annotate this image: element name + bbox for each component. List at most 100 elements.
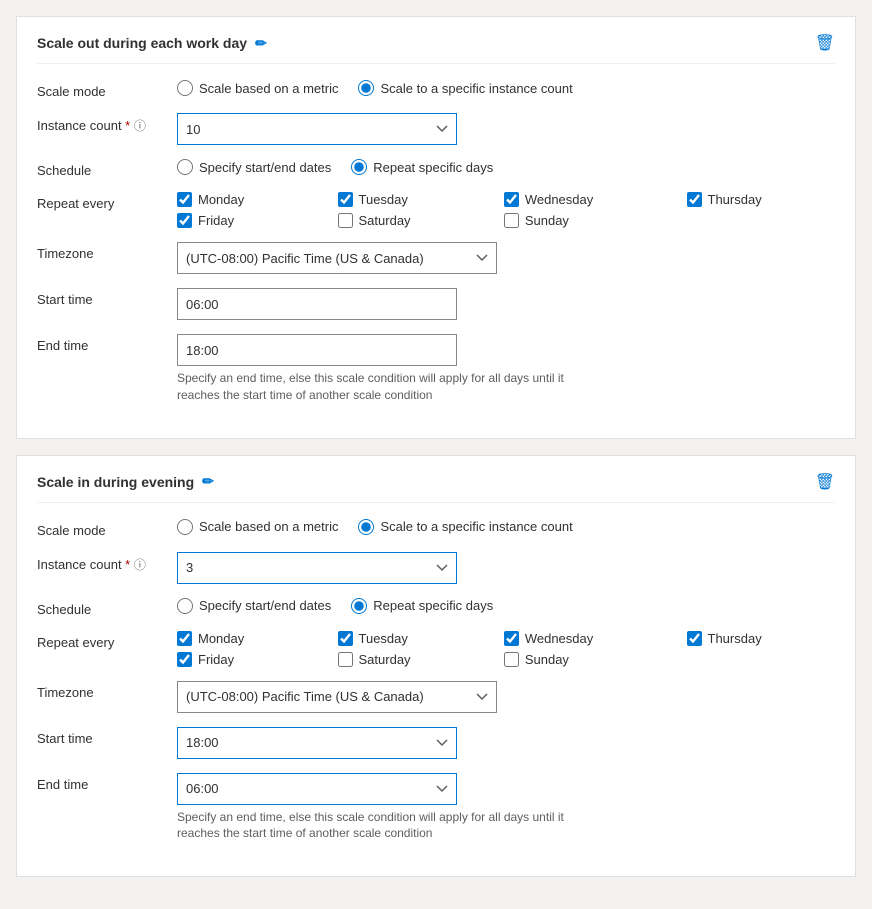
card1-radio-days[interactable]: Repeat specific days — [351, 159, 493, 175]
card-scale-out: Scale out during each work day ✏ 🗑 Scale… — [16, 16, 856, 439]
card2-schedule-options: Specify start/end dates Repeat specific … — [177, 598, 835, 614]
card2-day-friday[interactable]: Friday — [177, 652, 318, 667]
card1-day-saturday[interactable]: Saturday — [338, 213, 484, 228]
card1-scale-mode-label: Scale mode — [37, 80, 177, 99]
card2-day-saturday[interactable]: Saturday — [338, 652, 484, 667]
card2-radio-metric-label: Scale based on a metric — [199, 519, 338, 534]
card2-timezone-select[interactable]: (UTC-08:00) Pacific Time (US & Canada) — [177, 681, 497, 713]
card1-timezone-control: (UTC-08:00) Pacific Time (US & Canada) — [177, 242, 835, 274]
card2-day-monday[interactable]: Monday — [177, 631, 318, 646]
card2-check-tuesday[interactable] — [338, 631, 353, 646]
card2-days-grid: Monday Tuesday Wednesday Thursday Friday — [177, 631, 835, 667]
card1-day-friday[interactable]: Friday — [177, 213, 318, 228]
card2-title-group: Scale in during evening ✏ — [37, 473, 214, 490]
card2-timezone-label: Timezone — [37, 681, 177, 700]
card1-radio-dates-input[interactable] — [177, 159, 193, 175]
card1-start-time-control — [177, 288, 835, 320]
card1-radio-days-label: Repeat specific days — [373, 160, 493, 175]
card1-radio-instance-input[interactable] — [358, 80, 374, 96]
card1-radio-metric-input[interactable] — [177, 80, 193, 96]
card1-radio-instance[interactable]: Scale to a specific instance count — [358, 80, 572, 96]
card2-header: Scale in during evening ✏ 🗑 — [37, 472, 835, 503]
card1-required-star: * — [122, 118, 131, 133]
card1-checkbox-group: Monday Tuesday Wednesday Thursday Friday — [177, 192, 835, 228]
card2-start-time-label: Start time — [37, 727, 177, 746]
card2-title: Scale in during evening — [37, 474, 194, 490]
card2-radio-dates-input[interactable] — [177, 598, 193, 614]
card2-check-thursday[interactable] — [687, 631, 702, 646]
card1-days-grid: Monday Tuesday Wednesday Thursday Friday — [177, 192, 835, 228]
card2-edit-icon[interactable]: ✏ — [202, 473, 214, 490]
card1-delete-icon[interactable]: 🗑 — [815, 33, 835, 53]
card1-day-thursday[interactable]: Thursday — [687, 192, 835, 207]
card2-check-saturday[interactable] — [338, 652, 353, 667]
card2-check-sunday[interactable] — [504, 652, 519, 667]
card2-radio-dates[interactable]: Specify start/end dates — [177, 598, 331, 614]
card1-radio-days-input[interactable] — [351, 159, 367, 175]
card2-instance-select[interactable]: 3 — [177, 552, 457, 584]
card2-start-time-select[interactable]: 18:00 — [177, 727, 457, 759]
card1-repeat-row: Repeat every Monday Tuesday Wednesday Th… — [37, 192, 835, 228]
card1-header: Scale out during each work day ✏ 🗑 — [37, 33, 835, 64]
card2-radio-dates-label: Specify start/end dates — [199, 598, 331, 613]
card2-repeat-label: Repeat every — [37, 631, 177, 650]
card1-start-time-label: Start time — [37, 288, 177, 307]
card1-check-sunday[interactable] — [504, 213, 519, 228]
card1-check-friday[interactable] — [177, 213, 192, 228]
card2-day-wednesday[interactable]: Wednesday — [504, 631, 667, 646]
card2-delete-icon[interactable]: 🗑 — [815, 472, 835, 492]
card1-timezone-select[interactable]: (UTC-08:00) Pacific Time (US & Canada) — [177, 242, 497, 274]
card2-day-tuesday[interactable]: Tuesday — [338, 631, 484, 646]
card1-radio-dates-label: Specify start/end dates — [199, 160, 331, 175]
card1-end-time-row: End time Specify an end time, else this … — [37, 334, 835, 404]
card2-day-sunday[interactable]: Sunday — [504, 652, 667, 667]
card2-radio-instance-input[interactable] — [358, 519, 374, 535]
card1-schedule-label: Schedule — [37, 159, 177, 178]
card2-check-friday[interactable] — [177, 652, 192, 667]
card1-scale-mode-options: Scale based on a metric Scale to a speci… — [177, 80, 835, 96]
card1-end-time-input[interactable] — [177, 334, 457, 366]
card1-radio-metric[interactable]: Scale based on a metric — [177, 80, 338, 96]
card2-radio-metric-input[interactable] — [177, 519, 193, 535]
card1-instance-label: Instance count * ⓘ — [37, 113, 177, 134]
card2-check-wednesday[interactable] — [504, 631, 519, 646]
card2-timezone-control: (UTC-08:00) Pacific Time (US & Canada) — [177, 681, 835, 713]
card1-start-time-input[interactable] — [177, 288, 457, 320]
card1-check-saturday[interactable] — [338, 213, 353, 228]
card2-info-icon: ⓘ — [134, 558, 146, 572]
card2-check-monday[interactable] — [177, 631, 192, 646]
card1-check-wednesday[interactable] — [504, 192, 519, 207]
card2-radio-instance-label: Scale to a specific instance count — [380, 519, 572, 534]
card1-day-sunday[interactable]: Sunday — [504, 213, 667, 228]
card1-check-tuesday[interactable] — [338, 192, 353, 207]
card-scale-in: Scale in during evening ✏ 🗑 Scale mode S… — [16, 455, 856, 878]
card1-end-time-hint: Specify an end time, else this scale con… — [177, 370, 577, 404]
card2-radio-instance[interactable]: Scale to a specific instance count — [358, 519, 572, 535]
card2-checkbox-group: Monday Tuesday Wednesday Thursday Friday — [177, 631, 835, 667]
card2-end-time-control: 06:00 Specify an end time, else this sca… — [177, 773, 835, 843]
card2-end-time-select[interactable]: 06:00 — [177, 773, 457, 805]
card1-check-thursday[interactable] — [687, 192, 702, 207]
card2-instance-count-control: 3 — [177, 552, 835, 584]
card2-start-time-control: 18:00 — [177, 727, 835, 759]
card1-radio-dates[interactable]: Specify start/end dates — [177, 159, 331, 175]
card1-day-wednesday[interactable]: Wednesday — [504, 192, 667, 207]
card1-edit-icon[interactable]: ✏ — [255, 35, 267, 52]
card1-end-time-control: Specify an end time, else this scale con… — [177, 334, 835, 404]
card1-info-icon: ⓘ — [134, 119, 146, 133]
card2-radio-days[interactable]: Repeat specific days — [351, 598, 493, 614]
card2-scale-mode-label: Scale mode — [37, 519, 177, 538]
card2-radio-days-input[interactable] — [351, 598, 367, 614]
card1-title: Scale out during each work day — [37, 35, 247, 51]
card2-radio-metric[interactable]: Scale based on a metric — [177, 519, 338, 535]
card1-instance-select[interactable]: 10 — [177, 113, 457, 145]
card1-day-tuesday[interactable]: Tuesday — [338, 192, 484, 207]
card2-day-thursday[interactable]: Thursday — [687, 631, 835, 646]
card1-day-monday[interactable]: Monday — [177, 192, 318, 207]
card2-scale-mode-row: Scale mode Scale based on a metric Scale… — [37, 519, 835, 538]
card2-required-star: * — [122, 557, 131, 572]
card1-check-monday[interactable] — [177, 192, 192, 207]
card1-repeat-label: Repeat every — [37, 192, 177, 211]
card1-timezone-label: Timezone — [37, 242, 177, 261]
card2-instance-label: Instance count * ⓘ — [37, 552, 177, 573]
